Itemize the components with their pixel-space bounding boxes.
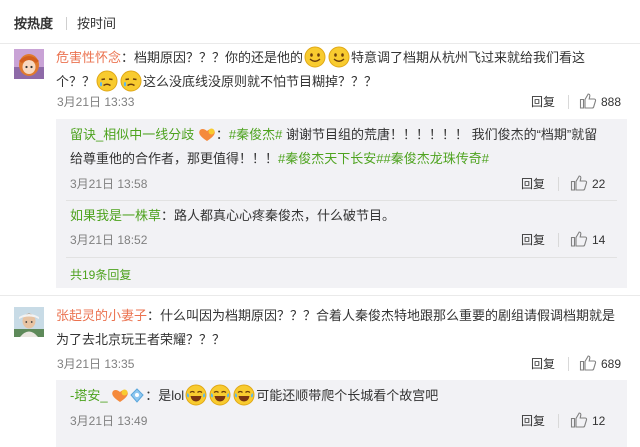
action-divider [558,414,559,428]
like-count: 689 [601,357,622,371]
reply-body: ：路人都真心心疼秦俊杰，什么破节目。 [161,208,396,223]
like-count: 14 [592,233,606,247]
smile-emoji-icon [328,46,350,68]
reply-divider [66,257,617,258]
topic-link[interactable]: #秦俊杰龙珠传奇# [383,151,488,166]
reply-timestamp: 3月21日 13:58 [70,177,148,191]
reply-button[interactable]: 回复 [531,94,555,110]
comment-timestamp: 3月21日 13:33 [57,95,135,109]
fan-badge-icon [112,389,128,402]
like-count: 12 [592,414,606,428]
reply-button[interactable]: 回复 [521,413,545,429]
sad-tear-emoji-icon [96,70,118,92]
reply-divider [66,200,617,201]
user-avatar[interactable] [14,307,44,337]
action-divider [558,233,559,247]
action-divider [558,177,559,191]
thumbs-up-icon [570,231,588,247]
thumbs-up-icon [579,355,597,371]
comment-body: ：档期原因？？？你的还是他的 [121,50,304,65]
topic-link[interactable]: #秦俊杰天下长安# [278,151,383,166]
comment-text: 张起灵的小妻子：什么叫因为档期原因？？？合着人秦俊杰特地跟那么重要的剧组请假调档… [56,304,626,352]
reply-body: ：是lol [145,388,185,403]
sort-by-time-tab[interactable]: 按时间 [77,16,116,32]
reply-text: 如果我是一株草：路人都真心心疼秦俊杰，什么破节目。 [70,204,618,228]
reply-text: 留诀_相似中一线分歧 ：#秦俊杰# 谢谢节目组的荒唐！！！！！！ 我们俊杰的“档… [70,123,618,171]
laugh-cry-emoji-icon [185,384,207,406]
comment-body: 特意调了档期从杭州飞过来就给我们看这 [351,50,586,65]
reply-button[interactable]: 回复 [521,232,545,248]
comment-timestamp: 3月21日 13:35 [57,357,135,371]
sort-bar: 按热度 按时间 [0,0,640,44]
smile-emoji-icon [304,46,326,68]
action-divider [568,95,569,109]
reply-body: ： [215,127,229,142]
like-count: 888 [601,95,622,109]
thumbs-up-icon [570,175,588,191]
comment-body: 这么没底线没原则就不怕节目糊掉？？？ [143,74,378,89]
reply-text: -塔安_ ：是lol 可能还顺带爬个长城看个故宫吧 [70,384,618,408]
like-count: 22 [592,177,606,191]
thumbs-up-icon [570,412,588,428]
reply-username[interactable]: -塔安_ [70,388,108,403]
sad-tear-emoji-icon [120,70,142,92]
reply-username[interactable]: 如果我是一株草 [70,208,161,223]
sort-divider [66,17,67,30]
comment-body: 为了去北京玩王者荣耀？？？ [56,332,226,347]
laugh-cry-emoji-icon [233,384,255,406]
reply-body: 可能还顺带爬个长城看个故宫吧 [256,388,439,403]
comment-username[interactable]: 张起灵的小妻子 [56,308,147,323]
user-avatar[interactable] [14,49,44,79]
avatar-person-image [14,307,44,337]
reply-body: 给尊重他的合作者，那更值得！！！ [70,151,279,166]
reply-timestamp: 3月21日 13:49 [70,414,148,428]
comment-body: ：什么叫因为档期原因？？？合着人秦俊杰特地跟那么重要的剧组请假调档期就是 [147,308,616,323]
reply-timestamp: 3月21日 18:52 [70,233,148,247]
action-divider [568,357,569,371]
fan-badge-icon [199,128,215,141]
topic-link[interactable]: #秦俊杰# [229,127,282,142]
sort-by-hot-tab[interactable]: 按热度 [14,16,53,32]
more-replies-link[interactable]: 共19条回复 [70,267,131,283]
comment-username[interactable]: 危害性怀念 [56,50,121,65]
member-badge-icon [130,388,144,403]
reply-body: 谢谢节目组的荒唐！！！！！！ 我们俊杰的“档期”就留 [282,127,598,142]
thumbs-up-icon [579,93,597,109]
comment-divider [0,295,640,296]
laugh-cry-emoji-icon [209,384,231,406]
comment-text: 危害性怀念：档期原因？？？你的还是他的 特意调了档期从杭州飞过来就给我们看这 个？… [56,46,621,94]
comment-body: 个？？ [56,74,96,89]
reply-username[interactable]: 留诀_相似中一线分歧 [70,127,194,142]
avatar-anime-girl-image [14,49,44,79]
reply-button[interactable]: 回复 [521,176,545,192]
reply-button[interactable]: 回复 [531,356,555,372]
